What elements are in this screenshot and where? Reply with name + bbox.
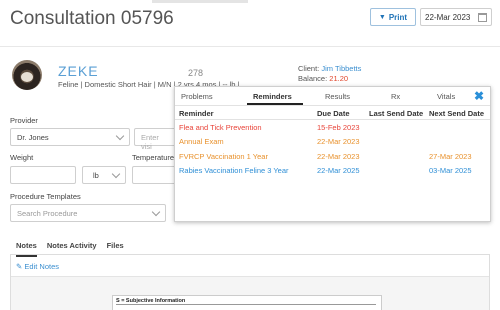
provider-value: Dr. Jones: [17, 133, 49, 142]
procedure-search[interactable]: Search Procedure: [10, 204, 166, 222]
client-link[interactable]: Jim Tibbetts: [321, 64, 361, 73]
chevron-down-icon: [115, 131, 125, 141]
balance-label: Balance:: [298, 74, 328, 83]
patient-number: 278: [188, 68, 204, 78]
provider-label: Provider: [10, 116, 38, 125]
procedure-templates-label: Procedure Templates: [10, 192, 81, 201]
tab-vitals[interactable]: Vitals: [437, 92, 455, 101]
column-header-next-send-date: Next Send Date: [429, 109, 485, 118]
reminder-due-date: 22-Mar 2023: [317, 152, 360, 161]
visit-placeholder: Enter visi: [141, 133, 159, 151]
chevron-down-icon: [151, 207, 161, 217]
header-divider: [0, 46, 500, 47]
tab-problems[interactable]: Problems: [181, 92, 213, 101]
patient-name[interactable]: ZEKE: [58, 63, 99, 79]
page-title: Consultation 05796: [10, 8, 174, 29]
reminder-name[interactable]: FVRCP Vaccination 1 Year: [179, 152, 268, 161]
temperature-input[interactable]: [132, 166, 176, 184]
reminder-next-send: 03-Mar 2025: [429, 166, 472, 175]
calendar-icon[interactable]: [478, 13, 487, 22]
print-label: Print: [388, 12, 408, 22]
close-icon[interactable]: ✖: [474, 89, 484, 103]
subjective-heading: S = Subjective Information: [116, 298, 376, 305]
balance-value: 21.20: [329, 74, 349, 83]
column-header-last-send-date: Last Send Date: [369, 109, 424, 118]
reminder-name[interactable]: Rabies Vaccination Feline 3 Year: [179, 166, 289, 175]
provider-select[interactable]: Dr. Jones: [10, 128, 130, 146]
tab-results[interactable]: Results: [325, 92, 350, 101]
balance-info: Balance: 21.20: [298, 74, 348, 83]
date-field[interactable]: 22-Mar 2023: [420, 8, 492, 26]
reminder-due-date: 15-Feb 2023: [317, 123, 360, 132]
header-divider: [175, 119, 490, 120]
chevron-down-icon: ▼: [378, 13, 386, 21]
weight-input[interactable]: [10, 166, 76, 184]
client-info: Client: Jim Tibbetts: [298, 64, 361, 73]
client-label: Client:: [298, 64, 320, 73]
tab-reminders[interactable]: Reminders: [253, 92, 292, 101]
temperature-label: Temperature: [132, 153, 175, 162]
procedure-placeholder: Search Procedure: [17, 209, 78, 218]
reminder-name[interactable]: Flea and Tick Prevention: [179, 123, 262, 132]
patient-summary-popup: Problems Reminders Results Rx Vitals ✖ R…: [174, 86, 491, 222]
popup-tab-divider: [175, 105, 490, 106]
weight-label: Weight: [10, 153, 34, 162]
chevron-down-icon: [111, 169, 121, 179]
tab-indicator: [152, 0, 248, 3]
reminder-name[interactable]: Annual Exam: [179, 137, 224, 146]
weight-unit-value: lb: [93, 171, 99, 180]
edit-notes-button[interactable]: ✎ Edit Notes: [16, 262, 59, 271]
print-button[interactable]: ▼ Print: [370, 8, 416, 26]
date-value: 22-Mar 2023: [425, 13, 471, 22]
reminder-next-send: 27-Mar 2023: [429, 152, 472, 161]
reminder-due-date: 22-Mar 2023: [317, 137, 360, 146]
tab-rx[interactable]: Rx: [391, 92, 400, 101]
column-header-reminder: Reminder: [179, 109, 214, 118]
weight-unit-select[interactable]: lb: [82, 166, 126, 184]
visit-input[interactable]: Enter visi: [134, 128, 176, 151]
avatar: [12, 60, 42, 90]
pencil-icon: ✎: [16, 262, 23, 271]
header-bar: Consultation 05796 ▼ Print 22-Mar 2023: [0, 0, 500, 46]
popup-tabs: Problems Reminders Results Rx Vitals ✖: [175, 87, 490, 105]
reminder-due-date: 22-Mar 2025: [317, 166, 360, 175]
column-header-due-date: Due Date: [317, 109, 350, 118]
edit-notes-label: Edit Notes: [24, 262, 59, 271]
